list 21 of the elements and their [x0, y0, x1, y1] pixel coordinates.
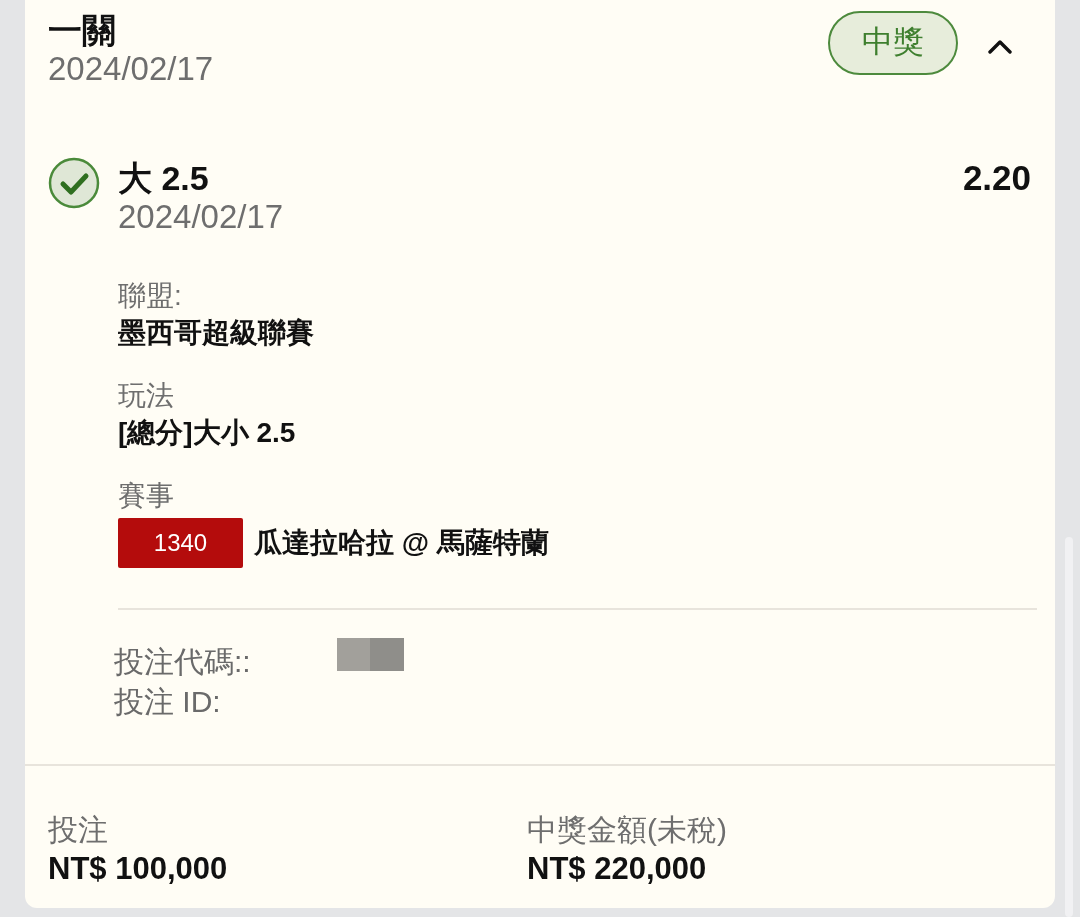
match-name: 瓜達拉哈拉 @ 馬薩特蘭 [254, 526, 549, 560]
selection-date: 2024/02/17 [118, 198, 285, 236]
status-badge: 中獎 [828, 11, 958, 75]
summary-amount: NT$ 100,000 [48, 850, 229, 888]
summary-label: 投注 [48, 812, 109, 848]
chevron-up-icon [988, 40, 1012, 54]
detail-label: 賽事 [118, 479, 175, 513]
detail-value: 墨西哥超級聯賽 [118, 316, 315, 350]
odds-value: 2.20 [962, 158, 1031, 198]
ticket-date: 2024/02/17 [48, 50, 214, 88]
collapse-button[interactable] [988, 40, 1012, 54]
summary-amount: NT$ 220,000 [527, 850, 708, 888]
selection-pick: 大 2.5 [118, 158, 210, 198]
detail-label: 玩法 [118, 379, 175, 413]
ticket-title: 一關 [48, 10, 117, 50]
match-code: 1340 [118, 518, 243, 568]
bet-id-label: 投注 ID: [114, 684, 222, 720]
detail-value: [總分]大小 2.5 [118, 416, 297, 450]
detail-label: 聯盟: [118, 279, 183, 313]
bet-code-label: 投注代碼:: [114, 644, 252, 680]
summary-label: 中獎金額(未稅) [527, 812, 728, 848]
